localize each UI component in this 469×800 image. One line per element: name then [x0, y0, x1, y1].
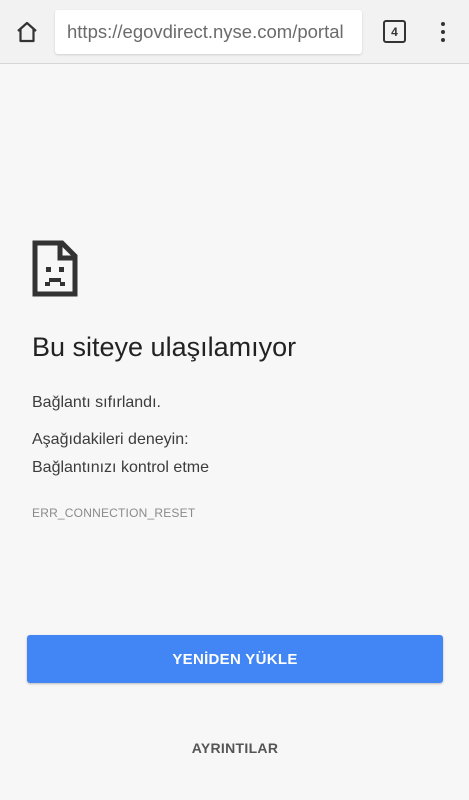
more-menu-icon[interactable] — [433, 17, 453, 47]
tab-count: 4 — [391, 24, 398, 39]
details-button[interactable]: AYRINTILAR — [160, 732, 310, 764]
suggestion-item: Bağlantınızı kontrol etme — [32, 459, 209, 476]
url-bar[interactable] — [55, 10, 362, 54]
browser-toolbar: 4 — [0, 0, 469, 64]
error-reason: Bağlantı sıfırlandı. — [32, 394, 161, 411]
sad-page-icon — [32, 240, 78, 297]
page-title: Bu siteye ulaşılamıyor — [32, 332, 297, 362]
try-heading: Aşağıdakileri deneyin: — [32, 431, 189, 448]
error-code: ERR_CONNECTION_RESET — [32, 506, 196, 520]
reload-button[interactable]: YENİDEN YÜKLE — [27, 635, 443, 683]
url-input[interactable] — [55, 10, 362, 54]
tab-switcher-button[interactable]: 4 — [383, 20, 406, 43]
home-icon[interactable] — [12, 17, 42, 47]
